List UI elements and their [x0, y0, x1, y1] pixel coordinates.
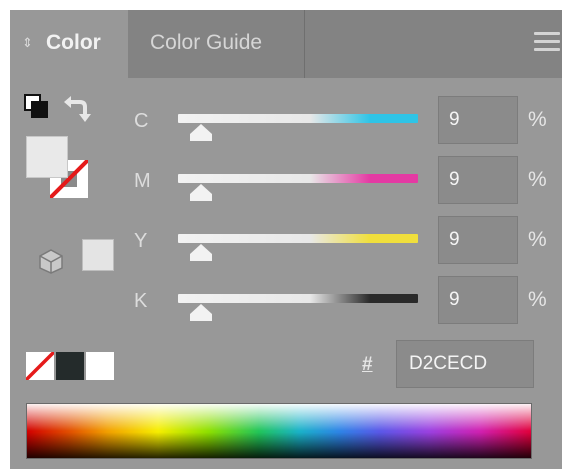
tab-color-label: Color	[46, 31, 101, 54]
white-swatch[interactable]	[86, 352, 114, 380]
percent-label-k: %	[528, 288, 547, 311]
value-field-m[interactable]: 9	[438, 156, 518, 204]
percent-label-y: %	[528, 228, 547, 251]
tab-color-guide-label: Color Guide	[150, 31, 263, 54]
color-spectrum-bar[interactable]	[26, 403, 532, 459]
none-swatch[interactable]	[26, 352, 54, 380]
fill-swatch[interactable]	[26, 136, 68, 178]
tab-bar: ⇕ Color Color Guide	[10, 10, 562, 78]
channel-label-k: K	[134, 290, 148, 312]
percent-label-c: %	[528, 108, 547, 131]
slider-row-m: M 9 %	[10, 156, 562, 216]
updown-arrows-icon[interactable]: ⇕	[22, 10, 33, 76]
value-field-c[interactable]: 9	[438, 96, 518, 144]
slider-track-c[interactable]	[178, 114, 418, 123]
channel-label-y: Y	[134, 230, 148, 252]
channel-label-m: M	[134, 170, 151, 192]
black-swatch[interactable]	[56, 352, 84, 380]
value-field-k[interactable]: 9	[438, 276, 518, 324]
slider-track-k[interactable]	[178, 294, 418, 303]
slider-thumb-k[interactable]	[190, 304, 212, 321]
panel-menu-icon[interactable]	[534, 32, 560, 54]
value-field-y[interactable]: 9	[438, 216, 518, 264]
slider-row-c: C 9 %	[10, 96, 562, 156]
slider-thumb-m[interactable]	[190, 184, 212, 201]
tab-color[interactable]: ⇕ Color	[10, 10, 128, 78]
hex-value-field[interactable]: D2CECD	[396, 340, 534, 388]
color-panel: ⇕ Color Color Guide C 9 % M 9 % Y 9 % K …	[10, 10, 562, 469]
tab-color-guide[interactable]: Color Guide	[128, 10, 305, 78]
percent-label-m: %	[528, 168, 547, 191]
slider-track-y[interactable]	[178, 234, 418, 243]
slider-row-k: K 9 %	[10, 276, 562, 336]
channel-label-c: C	[134, 110, 149, 132]
slider-thumb-y[interactable]	[190, 244, 212, 261]
hex-hash-icon: #	[362, 354, 373, 375]
slider-row-y: Y 9 %	[10, 216, 562, 276]
slider-track-m[interactable]	[178, 174, 418, 183]
slider-thumb-c[interactable]	[190, 124, 212, 141]
